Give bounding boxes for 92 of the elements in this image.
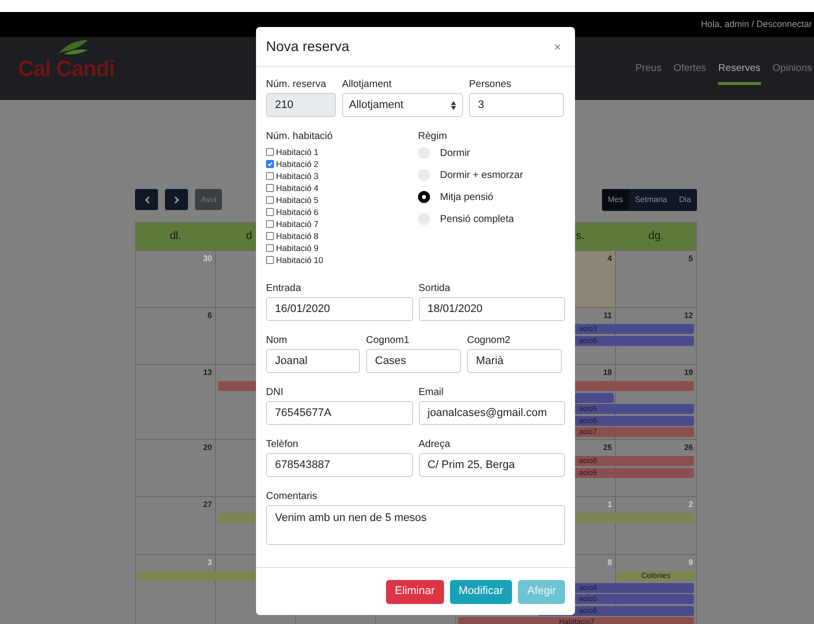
checkbox[interactable] — [266, 172, 274, 180]
input-field[interactable]: joanalcases@gmail.com — [418, 401, 565, 425]
radio-button[interactable] — [418, 191, 430, 203]
field-label: Comentaris — [266, 490, 318, 503]
nav-link[interactable]: Ofertes — [673, 52, 706, 85]
day-number: 12 — [684, 310, 693, 322]
field-label: Email — [418, 386, 445, 399]
next-button[interactable] — [165, 189, 188, 210]
field-label: Núm. reserva — [266, 78, 328, 91]
checkbox[interactable] — [266, 244, 274, 252]
day-number: 18 — [603, 367, 612, 379]
checkbox[interactable] — [266, 196, 274, 204]
input-field[interactable]: C/ Prim 25, Berga — [418, 453, 565, 477]
day-number: 19 — [684, 367, 693, 379]
user-greeting[interactable]: Hola, admin / Desconnectar — [700, 18, 812, 32]
field-label: Nom — [266, 334, 288, 347]
field-label: Allotjament — [342, 78, 392, 91]
action-button[interactable]: Eliminar — [386, 580, 444, 604]
weekday-header: dg. — [648, 229, 664, 244]
day-number: 30 — [203, 253, 212, 265]
select-field[interactable]: Allotjament — [342, 93, 463, 117]
field-label: Persones — [469, 78, 512, 91]
close-button[interactable]: × — [554, 38, 565, 56]
day-number: 4 — [608, 253, 612, 265]
checkbox-label: Habitació 4 — [276, 182, 319, 194]
today-button[interactable]: Avui — [195, 189, 222, 210]
input-field[interactable]: 18/01/2020 — [418, 297, 565, 321]
updown-arrows-icon — [451, 100, 456, 110]
input-field[interactable]: Cases — [366, 349, 461, 373]
input-field[interactable]: 76545677A — [266, 401, 412, 425]
checkbox[interactable] — [266, 220, 274, 228]
checkbox-label: Habitació 7 — [276, 218, 319, 230]
checkbox-label: Habitació 1 — [276, 146, 319, 158]
nav-link[interactable]: Reserves — [718, 52, 761, 85]
checkbox-label: Habitació 2 — [276, 158, 319, 170]
checkbox-label: Habitació 5 — [276, 194, 319, 206]
input-field[interactable]: 210 — [266, 93, 336, 117]
field-label: Telèfon — [266, 438, 300, 451]
radio-label: Dormir + esmorzar — [440, 168, 524, 182]
field-label: Núm. habitació — [266, 130, 334, 144]
day-number: 3 — [208, 557, 212, 569]
chevron-left-icon — [144, 196, 150, 204]
field-label: Cognom2 — [467, 334, 512, 347]
day-number: 20 — [203, 442, 212, 454]
day-number: 13 — [203, 367, 212, 379]
checkbox[interactable] — [266, 184, 274, 192]
input-field[interactable]: 16/01/2020 — [266, 297, 412, 321]
checkbox[interactable] — [266, 148, 274, 156]
previous-button[interactable] — [135, 189, 158, 210]
radio-label: Pensió completa — [440, 212, 514, 226]
checkbox-label: Habitació 8 — [276, 230, 319, 242]
day-number: 26 — [684, 442, 693, 454]
day-number: 11 — [604, 310, 612, 322]
chevron-right-icon — [174, 196, 180, 204]
day-number: 9 — [688, 557, 693, 569]
day-number: 2 — [688, 499, 693, 511]
day-number: 5 — [688, 253, 693, 265]
field-label: DNI — [266, 386, 284, 399]
checkbox-label: Habitació 3 — [276, 170, 319, 182]
checkbox-label: Habitació 6 — [276, 206, 319, 218]
checkbox[interactable] — [266, 160, 274, 168]
view-tab[interactable]: Mes — [602, 189, 629, 210]
nav-link[interactable]: Opinions — [772, 52, 812, 85]
action-button[interactable]: Modificar — [450, 580, 512, 604]
field-label: Entrada — [266, 282, 302, 295]
nav-link[interactable]: Preus — [635, 52, 662, 85]
checkbox[interactable] — [266, 256, 274, 264]
checkbox-label: Habitació 9 — [276, 242, 319, 254]
input-field[interactable]: 678543887 — [266, 453, 412, 477]
checkbox[interactable] — [266, 232, 274, 240]
input-field[interactable]: Marià — [467, 349, 562, 373]
day-number: 25 — [603, 442, 612, 454]
day-number: 27 — [203, 499, 212, 511]
input-field[interactable]: 3 — [469, 93, 564, 117]
input-field[interactable]: Joanal — [266, 349, 360, 373]
checkbox-label: Habitació 10 — [276, 254, 324, 266]
field-label: Sortida — [418, 282, 452, 295]
modal-title: Nova reserva — [266, 37, 350, 56]
checkbox[interactable] — [266, 208, 274, 216]
radio-label: Dormir — [440, 146, 470, 160]
weekday-header: dl. — [170, 229, 182, 244]
day-number: 8 — [608, 557, 612, 569]
weekday-header: s. — [576, 229, 585, 244]
day-number: 6 — [208, 310, 212, 322]
field-label: Adreça — [418, 438, 452, 451]
field-label: Cognom1 — [366, 334, 410, 347]
leaves-icon — [56, 38, 90, 56]
day-number: 1 — [608, 499, 612, 511]
field-label: Règim — [418, 130, 448, 142]
weekday-header: d — [246, 229, 252, 244]
radio-label: Mitja pensió — [440, 190, 494, 204]
textarea-field[interactable]: Venim amb un nen de 5 mesos — [266, 505, 565, 545]
